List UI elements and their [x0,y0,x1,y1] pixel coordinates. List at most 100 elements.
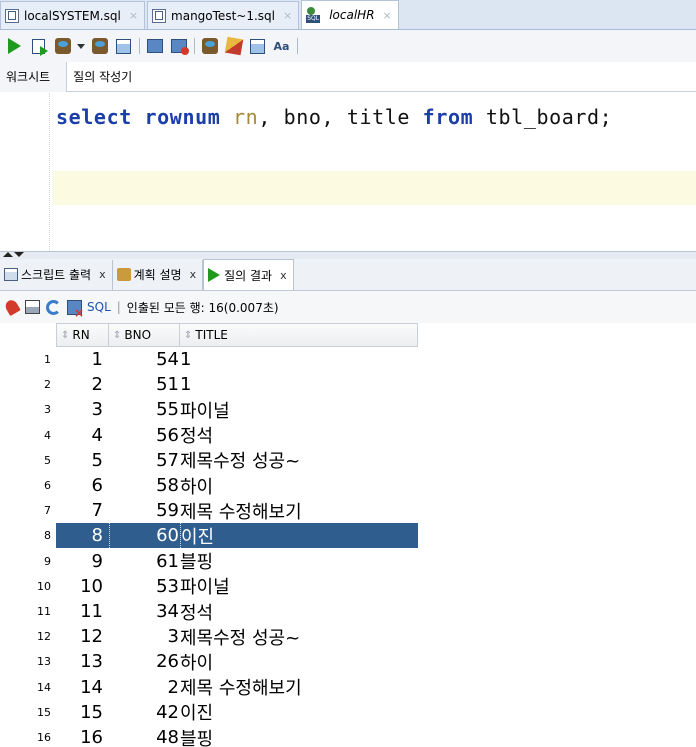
cancel-sql-icon[interactable] [67,299,84,320]
tab-script-output[interactable]: 스크립트 출력 x [0,259,113,290]
cell-title[interactable]: 파이널 [180,397,418,422]
table-row[interactable]: 16 16 48 블핑 [0,725,418,747]
sql-link[interactable]: SQL [87,300,111,314]
table-row[interactable]: 7 7 59 제목 수정해보기 [0,498,418,523]
tab-localsystem-sql[interactable]: localSYSTEM.sql × [0,1,146,29]
close-icon[interactable]: × [383,9,392,22]
table-row[interactable]: 1 1 54 1 [0,347,418,372]
cell-bno[interactable]: 57 [109,448,180,473]
close-icon[interactable]: × [283,9,292,22]
cell-rn[interactable]: 11 [56,599,109,624]
tab-explain-plan[interactable]: 계획 설명 x [113,259,204,290]
cell-title[interactable]: 블핑 [180,549,418,574]
cell-rn[interactable]: 10 [56,574,109,599]
cell-bno[interactable]: 2 [109,675,180,700]
cell-title[interactable]: 정석 [180,599,418,624]
pane-splitter[interactable] [0,251,696,259]
tab-worksheet[interactable]: 워크시트 [0,61,68,92]
cell-bno[interactable]: 59 [109,498,180,523]
cell-title[interactable]: 1 [180,372,418,397]
table-row[interactable]: 10 10 53 파이널 [0,574,418,599]
table-row[interactable]: 6 6 58 하이 [0,473,418,498]
result-grid[interactable]: ⇕ RN ⇕ BNO ⇕ TITLE 1 1 54 1 2 2 51 1 3 3 55 파이널 4 4 56 정석 5… [0,323,696,747]
run-statement-button[interactable] [4,36,25,56]
arrow-down-icon[interactable] [14,252,24,257]
table-row[interactable]: 2 2 51 1 [0,372,418,397]
cell-bno[interactable]: 42 [109,700,180,725]
cell-rn[interactable]: 16 [56,725,109,747]
commit-dropdown[interactable] [76,36,86,56]
refresh-icon[interactable] [46,299,61,315]
table-row[interactable]: 14 14 2 제목 수정해보기 [0,675,418,700]
sql-history-button[interactable] [199,36,220,56]
splitter-arrows[interactable] [3,252,24,257]
pin-icon[interactable] [3,297,21,317]
cell-title[interactable]: 파이널 [180,574,418,599]
cell-bno[interactable]: 26 [109,649,180,674]
cell-bno[interactable]: 58 [109,473,180,498]
format-button[interactable] [247,36,268,56]
table-row[interactable]: 9 9 61 블핑 [0,549,418,574]
tab-localhr[interactable]: localHR × [301,0,399,29]
close-icon[interactable]: x [99,268,106,281]
table-row[interactable]: 4 4 56 정석 [0,423,418,448]
cell-rn[interactable]: 2 [56,372,109,397]
run-script-button[interactable] [28,36,49,56]
table-row[interactable]: 8 8 60 이진 [0,523,418,549]
tab-query-result[interactable]: 질의 결과 x [203,259,294,290]
cell-bno[interactable]: 53 [109,574,180,599]
cell-bno[interactable]: 61 [109,549,180,574]
cell-rn[interactable]: 12 [56,624,109,649]
cell-bno[interactable]: 3 [109,624,180,649]
code-line[interactable]: select rownum rn, bno, title from tbl_bo… [56,105,612,129]
table-row[interactable]: 12 12 3 제목수정 성공~ [0,624,418,649]
tab-query-builder[interactable]: 질의 작성기 [67,62,142,92]
cell-rn[interactable]: 15 [56,700,109,725]
cell-title[interactable]: 이진 [180,523,418,549]
cell-title[interactable]: 제목수정 성공~ [180,448,418,473]
cell-title[interactable]: 정석 [180,423,418,448]
sql-editor[interactable]: select rownum rn, bno, title from tbl_bo… [0,93,696,251]
cell-rn[interactable]: 3 [56,397,109,422]
sql-tuning-button[interactable] [168,36,189,56]
cell-rn[interactable]: 4 [56,423,109,448]
autotrace-button[interactable] [144,36,165,56]
cell-title[interactable]: 1 [180,347,418,372]
print-icon[interactable] [25,300,40,314]
cell-bno[interactable]: 56 [109,423,180,448]
close-icon[interactable]: × [129,9,138,22]
cell-title[interactable]: 제목 수정해보기 [180,675,418,700]
arrow-up-icon[interactable] [3,252,13,257]
cell-bno[interactable]: 48 [109,725,180,747]
column-header-title[interactable]: ⇕ TITLE [180,323,418,347]
cell-title[interactable]: 하이 [180,649,418,674]
rollback-button[interactable] [89,36,110,56]
cell-title[interactable]: 제목 수정해보기 [180,498,418,523]
table-row[interactable]: 13 13 26 하이 [0,649,418,674]
cell-rn[interactable]: 5 [56,448,109,473]
cell-bno[interactable]: 34 [109,599,180,624]
cell-rn[interactable]: 9 [56,549,109,574]
column-header-bno[interactable]: ⇕ BNO [109,323,180,347]
cell-title[interactable]: 제목수정 성공~ [180,624,418,649]
close-icon[interactable]: x [280,269,287,282]
cell-rn[interactable]: 7 [56,498,109,523]
tab-mangotest-sql[interactable]: mangoTest~1.sql × [147,1,300,29]
commit-button[interactable] [52,36,73,56]
table-row[interactable]: 5 5 57 제목수정 성공~ [0,448,418,473]
cell-bno[interactable]: 55 [109,397,180,422]
cell-rn[interactable]: 1 [56,347,109,372]
cell-rn[interactable]: 6 [56,473,109,498]
table-row[interactable]: 15 15 42 이진 [0,700,418,725]
close-icon[interactable]: x [190,268,197,281]
cell-bno[interactable]: 51 [109,372,180,397]
cell-rn[interactable]: 13 [56,649,109,674]
cell-title[interactable]: 하이 [180,473,418,498]
table-row[interactable]: 11 11 34 정석 [0,599,418,624]
cell-bno[interactable]: 60 [109,523,180,549]
table-row[interactable]: 3 3 55 파이널 [0,397,418,422]
column-header-rn[interactable]: ⇕ RN [56,323,109,347]
explain-plan-button[interactable] [113,36,134,56]
cell-rn[interactable]: 14 [56,675,109,700]
clear-button[interactable] [223,36,244,56]
